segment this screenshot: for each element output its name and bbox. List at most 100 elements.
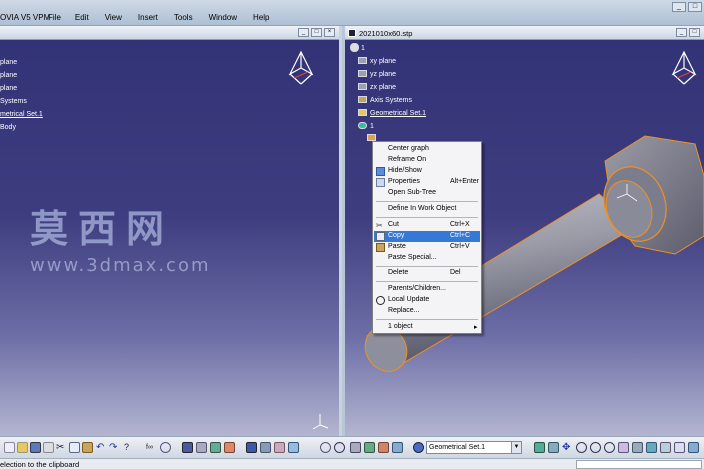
menu-item-center-graph[interactable]: Center graph (374, 144, 480, 155)
left-tree-item[interactable]: plane (0, 59, 17, 66)
copy-icon[interactable] (69, 442, 80, 453)
watermark: 莫西网 www.3dmax.com (30, 198, 211, 276)
menu-window[interactable]: Window (209, 13, 237, 22)
menu-item-reframe-on[interactable]: Reframe On (374, 155, 480, 166)
zoom-in-icon[interactable] (590, 442, 601, 453)
fly-icon[interactable] (534, 442, 545, 453)
geometrical-set-icon (358, 109, 367, 116)
left-maximize-button[interactable]: □ (311, 28, 322, 37)
compass-icon[interactable] (669, 50, 699, 86)
tree-item-1[interactable]: 1 (370, 123, 374, 130)
tool-icon[interactable] (364, 442, 375, 453)
view-icon[interactable] (182, 442, 193, 453)
menu-item-replace[interactable]: Replace... (374, 306, 480, 317)
open-icon[interactable] (17, 442, 28, 453)
tool-icon[interactable] (392, 442, 403, 453)
geometrical-set-select[interactable]: Geometrical Set.1 ▼ (426, 441, 522, 454)
menu-item-open-sub-tree[interactable]: Open Sub-Tree (374, 188, 480, 199)
tool-icon[interactable] (224, 442, 235, 453)
rotate-icon[interactable] (334, 442, 345, 453)
compass-icon[interactable] (286, 50, 316, 86)
menu-item-local-update[interactable]: Local Update (374, 295, 480, 306)
chevron-down-icon[interactable]: ▼ (511, 442, 521, 453)
tree-item-geometrical-set[interactable]: Geometrical Set.1 (370, 110, 426, 117)
fit-all-icon[interactable] (548, 442, 559, 453)
menu-tools[interactable]: Tools (174, 13, 193, 22)
tool-icon[interactable] (210, 442, 221, 453)
menu-item-hide-show[interactable]: Hide/Show (374, 166, 480, 177)
new-icon[interactable] (4, 442, 15, 453)
tree-item-xy-plane[interactable]: xy plane (370, 58, 396, 65)
tree-item-zx-plane[interactable]: zx plane (370, 84, 396, 91)
print-icon[interactable] (43, 442, 54, 453)
hide-show-icon[interactable] (660, 442, 671, 453)
menu-insert[interactable]: Insert (138, 13, 158, 22)
menu-item-delete[interactable]: Delete Del (374, 268, 480, 279)
left-close-button[interactable]: × (324, 28, 335, 37)
render-icon[interactable] (196, 442, 207, 453)
left-tree-item[interactable]: plane (0, 72, 17, 79)
cut-icon[interactable]: ✂ (56, 442, 67, 453)
left-minimize-button[interactable]: _ (298, 28, 309, 37)
menu-edit[interactable]: Edit (75, 13, 89, 22)
app-maximize-button[interactable]: □ (688, 2, 702, 12)
paste-icon (376, 243, 385, 252)
tree-item-yz-plane[interactable]: yz plane (370, 71, 396, 78)
geometrical-set-icon[interactable] (413, 442, 424, 453)
views-icon[interactable] (632, 442, 643, 453)
save-icon[interactable] (30, 442, 41, 453)
pan-icon[interactable]: ✥ (562, 442, 573, 453)
tree-root[interactable]: 1 (361, 45, 365, 52)
update-icon (376, 296, 385, 305)
left-tree-item[interactable]: plane (0, 85, 17, 92)
menu-item-copy[interactable]: Copy Ctrl+C (374, 231, 480, 242)
help-icon[interactable]: ? (124, 442, 135, 453)
undo-icon[interactable]: ↶ (96, 442, 107, 453)
left-tree-item[interactable]: Body (0, 124, 16, 131)
menu-separator (376, 217, 478, 218)
sketch-icon[interactable] (320, 442, 331, 453)
watermark-chinese: 莫西网 (30, 206, 175, 251)
tool-icon[interactable] (350, 442, 361, 453)
plane-icon (358, 70, 367, 77)
shading-icon[interactable] (646, 442, 657, 453)
swap-space-icon[interactable] (674, 442, 685, 453)
measure-icon[interactable] (246, 442, 257, 453)
menu-file[interactable]: File (48, 13, 61, 22)
root-node-icon[interactable] (350, 43, 359, 52)
zoom-out-icon[interactable] (604, 442, 615, 453)
left-window-controls: _ □ × (298, 28, 335, 37)
menu-view[interactable]: View (105, 13, 122, 22)
status-message: election to the clipboard (0, 460, 80, 469)
body-icon (358, 122, 367, 129)
tree-item-axis-systems[interactable]: Axis Systems (370, 97, 412, 104)
menu-item-paste-special[interactable]: Paste Special... (374, 253, 480, 264)
formula-icon[interactable]: f∞ (146, 442, 157, 453)
left-tree-item[interactable]: Systems (0, 98, 27, 105)
tool-icon[interactable] (378, 442, 389, 453)
menu-help[interactable]: Help (253, 13, 269, 22)
rotate-view-icon[interactable] (576, 442, 587, 453)
menu-item-object-submenu[interactable]: 1 object ▸ (374, 322, 480, 333)
tool-icon[interactable] (274, 442, 285, 453)
left-window-titlebar[interactable]: _ □ × (0, 26, 339, 40)
comment-icon[interactable] (160, 442, 171, 453)
paste-icon[interactable] (82, 442, 93, 453)
axis-triad-icon (312, 414, 329, 430)
normal-view-icon[interactable] (618, 442, 629, 453)
left-tree-item[interactable]: metrical Set.1 (0, 111, 43, 118)
menu-item-paste[interactable]: Paste Ctrl+V (374, 242, 480, 253)
tool-icon[interactable] (288, 442, 299, 453)
menu-item-parents-children[interactable]: Parents/Children... (374, 284, 480, 295)
submenu-arrow-icon: ▸ (474, 324, 478, 331)
menu-item-cut[interactable]: ✂ Cut Ctrl+X (374, 220, 480, 231)
menu-item-properties[interactable]: Properties Alt+Enter (374, 177, 480, 188)
menu-item-define-in-work-object[interactable]: Define In Work Object (374, 204, 480, 215)
tool-icon[interactable] (688, 442, 699, 453)
plane-icon (358, 57, 367, 64)
app-minimize-button[interactable]: _ (672, 2, 686, 12)
tool-icon[interactable] (260, 442, 271, 453)
redo-icon[interactable]: ↷ (109, 442, 120, 453)
app-title: OVIA V5 VPM (0, 13, 51, 22)
command-input[interactable] (576, 460, 702, 469)
